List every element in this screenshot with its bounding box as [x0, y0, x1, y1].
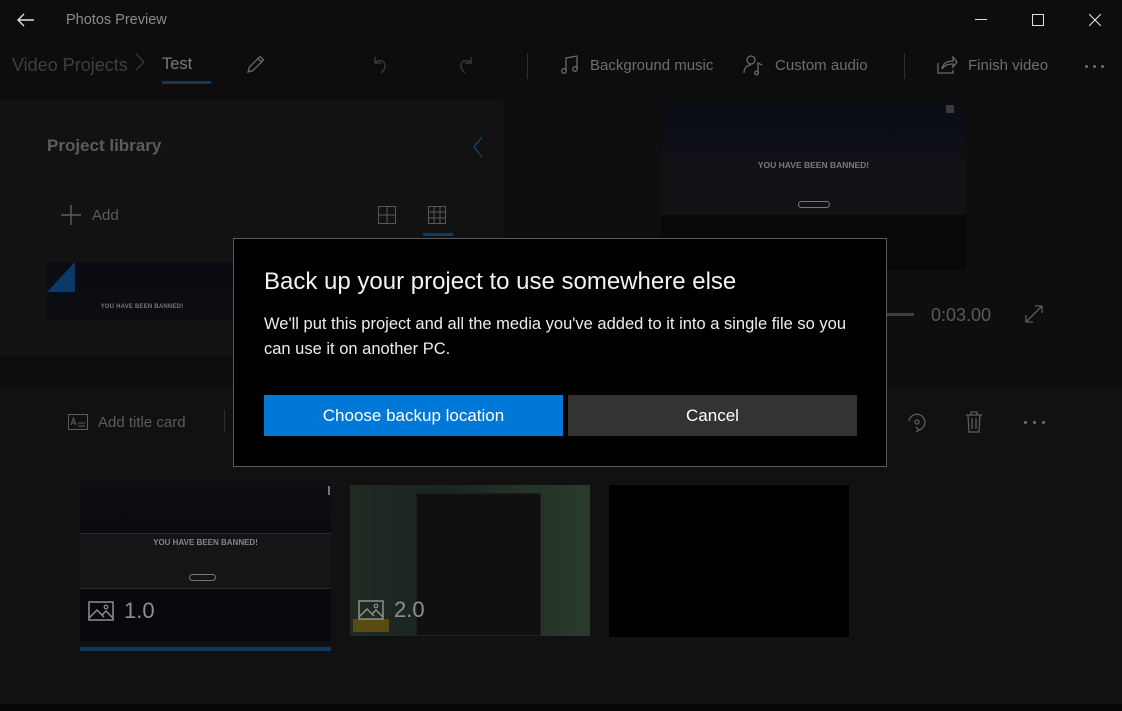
dialog-body: We'll put this project and all the media… [264, 315, 847, 358]
back-button[interactable] [10, 6, 42, 34]
share-icon [936, 55, 958, 75]
close-button[interactable] [1072, 0, 1118, 40]
toolbar-divider [904, 53, 905, 79]
custom-audio-label: Custom audio [775, 56, 868, 74]
storyboard-toolbar-divider [224, 410, 225, 432]
add-title-card-button[interactable]: Add title card [68, 410, 186, 434]
large-thumbnails-view-button[interactable] [375, 203, 399, 227]
more-icon [1023, 420, 1027, 424]
preview-button-shape [798, 201, 830, 208]
plus-icon [60, 204, 82, 226]
finish-video-label: Finish video [968, 56, 1049, 74]
preview-sky [661, 100, 966, 157]
playback-scrubber[interactable] [887, 313, 914, 316]
collapse-library-button[interactable] [466, 133, 490, 161]
card-banner-text: YOU HAVE BEEN BANNED! [153, 538, 258, 547]
music-note-icon [560, 54, 580, 76]
card-duration: 2.0 [394, 597, 425, 622]
more-icon-dot [1092, 64, 1096, 68]
pencil-icon [245, 53, 267, 75]
more-icon-dot [1041, 420, 1045, 424]
fullscreen-button[interactable] [1020, 300, 1048, 328]
choose-backup-location-button[interactable]: Choose backup location [264, 395, 563, 436]
small-thumbnails-view-button[interactable] [425, 203, 449, 227]
more-icon-dot [1100, 64, 1104, 68]
backup-dialog: Back up your project to use somewhere el… [233, 238, 887, 467]
card-duration-label: 1.0 [88, 598, 155, 624]
storyboard-card-empty[interactable] [609, 485, 849, 637]
motion-button[interactable] [903, 408, 931, 436]
card-image-sky [80, 481, 331, 533]
title-bar: Photos Preview [0, 0, 1122, 40]
grid-small-icon [428, 206, 446, 224]
motion-icon [906, 411, 928, 433]
background-music-label: Background music [590, 56, 714, 74]
thumbnail-image [75, 262, 237, 292]
active-view-indicator [423, 233, 453, 236]
undo-button[interactable] [364, 50, 396, 80]
card-scroll-mark [328, 486, 330, 495]
storyboard-more-button[interactable] [1018, 416, 1050, 428]
image-icon [358, 600, 384, 620]
chevron-left-icon [472, 136, 484, 158]
maximize-button[interactable] [1015, 0, 1061, 40]
finish-video-button[interactable]: Finish video [936, 50, 1048, 80]
delete-button[interactable] [960, 408, 988, 436]
redo-button[interactable] [450, 50, 482, 80]
card-duration: 1.0 [124, 598, 155, 623]
more-icon-dot [1032, 420, 1036, 424]
add-title-card-label: Add title card [98, 413, 186, 431]
add-label: Add [92, 206, 119, 224]
library-media-item[interactable]: YOU HAVE BEEN BANNED! [47, 262, 237, 321]
more-options-button[interactable] [1078, 54, 1110, 78]
back-arrow-icon [17, 13, 35, 27]
library-title: Project library [47, 136, 162, 155]
minimize-button[interactable] [958, 0, 1004, 40]
undo-icon [370, 54, 390, 76]
close-icon [1089, 14, 1101, 26]
trash-icon [965, 411, 983, 433]
selected-card-indicator [80, 647, 331, 651]
breadcrumb-video-projects[interactable]: Video Projects [12, 55, 128, 76]
breadcrumb-separator-icon [134, 52, 146, 72]
image-icon [88, 601, 114, 621]
expand-icon [1025, 305, 1043, 323]
minimize-icon [975, 19, 987, 21]
preview-banner-text: YOU HAVE BEEN BANNED! [757, 160, 870, 170]
rename-project-button[interactable] [240, 50, 272, 78]
add-media-button[interactable]: Add [60, 203, 119, 227]
breadcrumb-current-project[interactable]: Test [162, 55, 192, 74]
custom-audio-button[interactable]: Custom audio [743, 50, 868, 80]
app-title: Photos Preview [66, 12, 167, 28]
preview-settings-icon [946, 105, 954, 113]
person-audio-icon [743, 54, 765, 76]
maximize-icon [1032, 14, 1044, 26]
background-music-button[interactable]: Background music [560, 50, 713, 80]
cancel-button[interactable]: Cancel [568, 395, 857, 436]
thumbnail-text: YOU HAVE BEEN BANNED! [100, 304, 184, 310]
title-card-icon [68, 414, 88, 430]
grid-large-icon [378, 206, 396, 224]
duration-readout: 0:03.00 [931, 305, 992, 325]
dialog-title: Back up your project to use somewhere el… [264, 268, 737, 295]
redo-icon [456, 54, 476, 76]
bottom-edge [0, 704, 1122, 711]
current-project-indicator [162, 81, 211, 84]
more-icon [1084, 64, 1088, 68]
toolbar-divider [527, 53, 528, 79]
card-button-shape [189, 574, 216, 581]
card-duration-label: 2.0 [358, 597, 425, 623]
card-settings-panel-image [416, 493, 541, 636]
in-use-corner-marker [47, 262, 75, 292]
